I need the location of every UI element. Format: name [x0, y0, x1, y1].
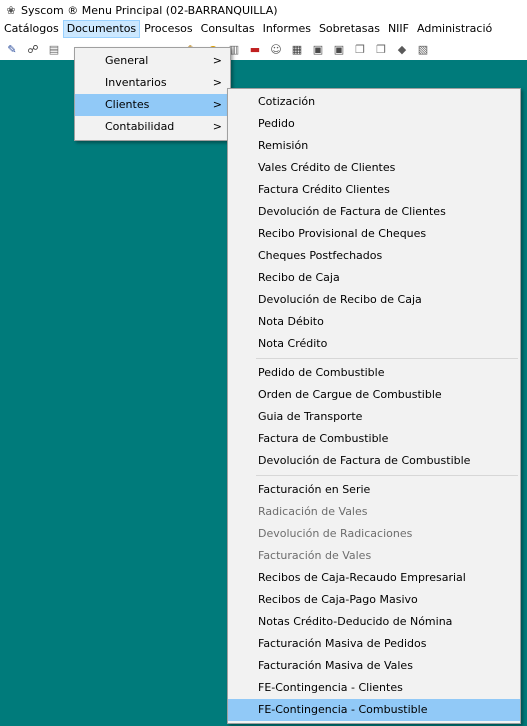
menu-separator — [256, 358, 518, 359]
menu-administraci-[interactable]: Administració — [413, 20, 496, 38]
menu-bar: Catálogos Documentos Procesos Consultas Info… — [0, 20, 527, 38]
menu-item-cotizacion[interactable]: Cotización — [228, 91, 520, 113]
menu-consultas[interactable]: Consultas — [197, 20, 259, 38]
menu-item-label: General — [105, 54, 149, 67]
menu-item-recibo-de-caja[interactable]: Recibo de Caja — [228, 267, 520, 289]
menu-item-contabilidad[interactable]: Contabilidad > — [75, 116, 230, 138]
menu-item-facturacion-en-serie[interactable]: Facturación en Serie — [228, 479, 520, 501]
menu-item-recibo-provisional-de-cheques[interactable]: Recibo Provisional de Cheques — [228, 223, 520, 245]
menu-item-devolucion-de-factura-de-combustible[interactable]: Devolución de Factura de Combustible — [228, 450, 520, 472]
menu-cat-logos[interactable]: Catálogos — [0, 20, 63, 38]
menu-item-guia-de-transporte[interactable]: Guia de Transporte — [228, 406, 520, 428]
copy-icon[interactable]: ❐ — [372, 40, 390, 58]
copy-icon[interactable]: ❐ — [351, 40, 369, 58]
menu-item-nota-credito[interactable]: Nota Crédito — [228, 333, 520, 355]
menu-item-facturacion-masiva-de-vales[interactable]: Facturación Masiva de Vales — [228, 655, 520, 677]
menu-item-notas-credito-deducido-de-nomina[interactable]: Notas Crédito-Deducido de Nómina — [228, 611, 520, 633]
menu-informes[interactable]: Informes — [259, 20, 315, 38]
document-icon[interactable]: ▤ — [45, 40, 63, 58]
menu-item-recibos-de-caja-pago-masivo[interactable]: Recibos de Caja-Pago Masivo — [228, 589, 520, 611]
menu-item-cheques-postfechados[interactable]: Cheques Postfechados — [228, 245, 520, 267]
window-title: Syscom ® Menu Principal (02-BARRANQUILLA… — [21, 3, 278, 17]
file-icon[interactable]: ▦ — [288, 40, 306, 58]
menu-item-inventarios[interactable]: Inventarios > — [75, 72, 230, 94]
menu-item-label: Clientes — [105, 98, 150, 111]
menu-item-label: Inventarios — [105, 76, 167, 89]
chart-icon[interactable]: ▧ — [414, 40, 432, 58]
menu-item-facturacion-masiva-de-pedidos[interactable]: Facturación Masiva de Pedidos — [228, 633, 520, 655]
title-bar: ❀ Syscom ® Menu Principal (02-BARRANQUIL… — [0, 0, 527, 20]
menu-sobretasas[interactable]: Sobretasas — [315, 20, 384, 38]
menu-item-general[interactable]: General > — [75, 50, 230, 72]
menu-item-fe-contingencia-combustible[interactable]: FE-Contingencia - Combustible — [228, 699, 520, 721]
menu-item-fe-contingencia-clientes[interactable]: FE-Contingencia - Clientes — [228, 677, 520, 699]
report-icon[interactable]: ▣ — [309, 40, 327, 58]
menu-item-label: Contabilidad — [105, 120, 175, 133]
app-icon: ❀ — [6, 3, 16, 17]
menu-separator — [256, 475, 518, 476]
menu-item-factura-de-combustible[interactable]: Factura de Combustible — [228, 428, 520, 450]
menu-item-nota-debito[interactable]: Nota Débito — [228, 311, 520, 333]
clientes-submenu: Cotización Pedido Remisión Vales Crédito de… — [227, 88, 521, 724]
report-icon[interactable]: ▣ — [330, 40, 348, 58]
menu-item-devolucion-de-factura-de-clientes[interactable]: Devolución de Factura de Clientes — [228, 201, 520, 223]
menu-item-vales-credito-de-clientes[interactable]: Vales Crédito de Clientes — [228, 157, 520, 179]
submenu-arrow-icon: > — [212, 98, 222, 111]
truck-icon[interactable]: ▬ — [246, 40, 264, 58]
submenu-arrow-icon: > — [212, 76, 222, 89]
menu-item-devolucion-de-recibo-de-caja[interactable]: Devolución de Recibo de Caja — [228, 289, 520, 311]
tag-icon[interactable]: ◆ — [393, 40, 411, 58]
menu-procesos[interactable]: Procesos — [140, 20, 196, 38]
submenu-arrow-icon: > — [212, 54, 222, 67]
menu-item-orden-de-cargue-de-combustible[interactable]: Orden de Cargue de Combustible — [228, 384, 520, 406]
menu-item-remision[interactable]: Remisión — [228, 135, 520, 157]
menu-item-facturacion-de-vales: Facturación de Vales — [258, 549, 372, 562]
menu-niif[interactable]: NIIF — [384, 20, 413, 38]
menu-item-clientes[interactable]: Clientes > — [75, 94, 230, 116]
documentos-menu: General > Inventarios > Clientes > Contabilida… — [74, 47, 231, 141]
people-icon[interactable]: ☺ — [267, 40, 285, 58]
menu-item-factura-credito-clientes[interactable]: Factura Crédito Clientes — [228, 179, 520, 201]
menu-item-pedido-de-combustible[interactable]: Pedido de Combustible — [228, 362, 520, 384]
submenu-arrow-icon: > — [212, 120, 222, 133]
menu-item-recibos-de-caja-recaudo-empresarial[interactable]: Recibos de Caja-Recaudo Empresarial — [228, 567, 520, 589]
network-icon[interactable]: ☍ — [24, 40, 42, 58]
menu-item-pedido[interactable]: Pedido — [228, 113, 520, 135]
tool-icon[interactable]: ✎ — [3, 40, 21, 58]
menu-documentos[interactable]: Documentos — [62, 20, 141, 38]
menu-item-devolucion-de-radicaciones: Devolución de Radicaciones — [258, 527, 413, 540]
menu-item-radicacion-de-vales: Radicación de Vales — [258, 505, 368, 518]
